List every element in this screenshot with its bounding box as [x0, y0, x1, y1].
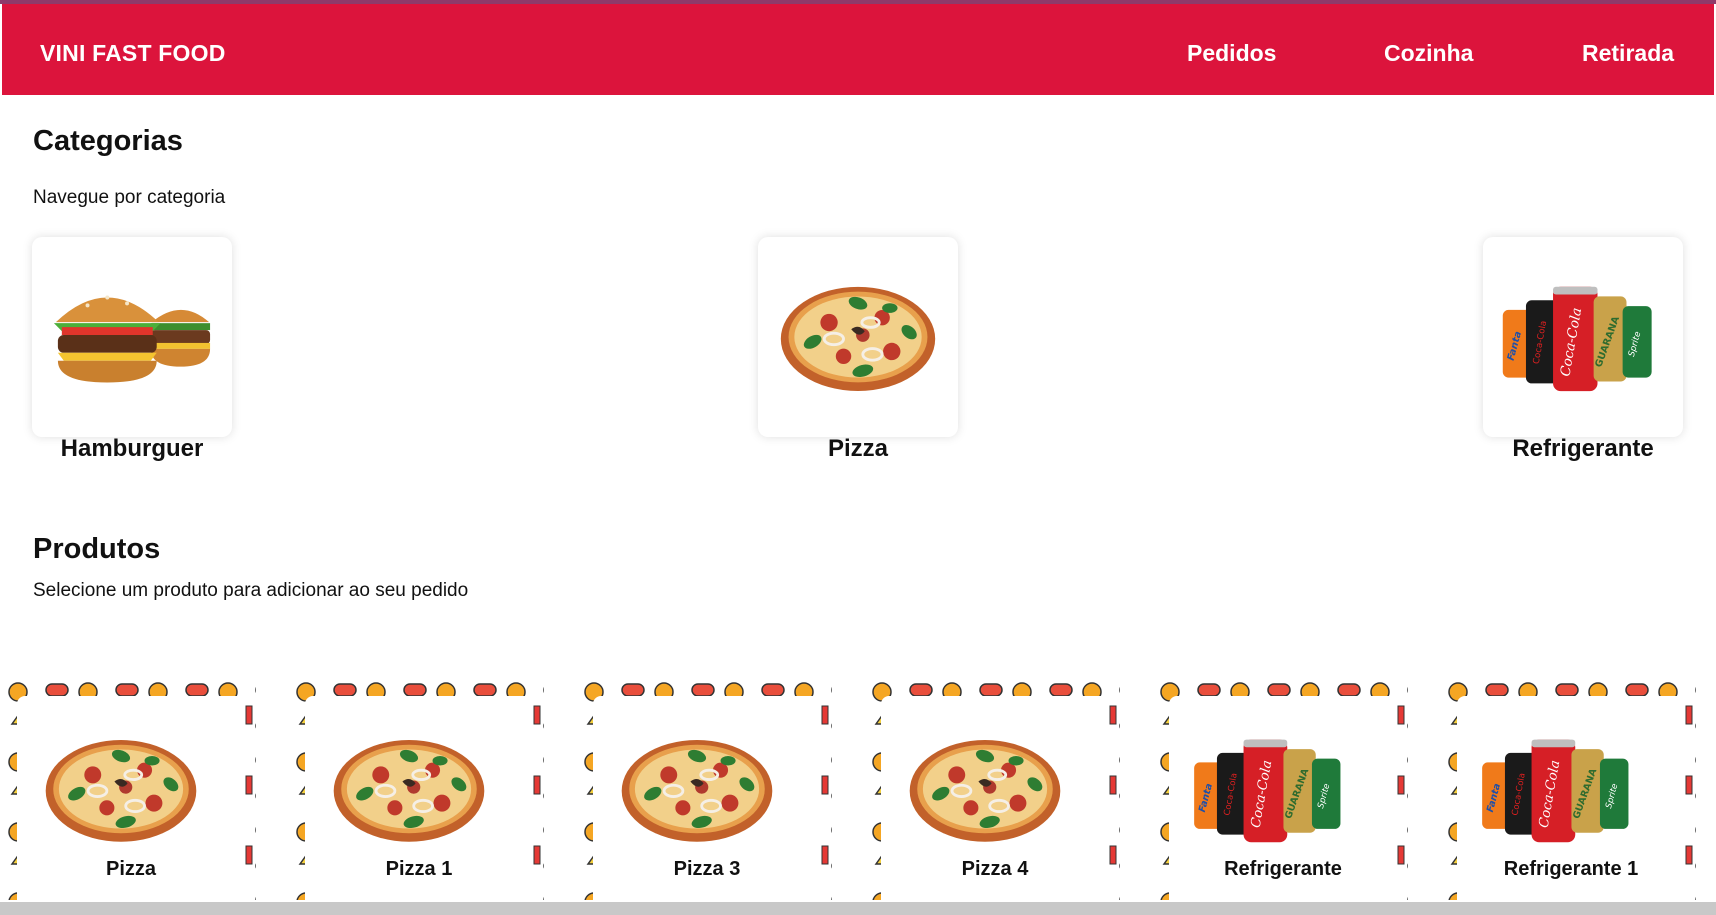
category-hamburguer[interactable]: Hamburguer: [32, 237, 232, 462]
product-card-pizza[interactable]: Pizza: [6, 678, 256, 900]
category-pizza[interactable]: Pizza: [758, 237, 958, 462]
category-refrigerante[interactable]: Refrigerante: [1483, 237, 1683, 462]
soda-cans-image-icon: [1493, 279, 1673, 395]
pizza-image-icon: [776, 279, 940, 395]
burger-image-icon: [48, 277, 216, 397]
nav-retirada-link[interactable]: Retirada: [1582, 40, 1674, 67]
product-label[interactable]: Pizza 4: [870, 858, 1120, 881]
soda-cans-image-icon: [1188, 732, 1358, 846]
product-card-refrigerante[interactable]: Refrigerante: [1158, 678, 1408, 900]
products-subtitle: Selecione um produto para adicionar ao s…: [33, 580, 469, 601]
top-navbar: VINI FAST FOOD Pedidos Cozinha Retirada: [2, 4, 1714, 95]
product-card-refrigerante-1[interactable]: Refrigerante 1: [1446, 678, 1696, 900]
product-label[interactable]: Refrigerante: [1158, 858, 1408, 881]
product-label[interactable]: Refrigerante 1: [1446, 858, 1696, 881]
product-card-pizza-4[interactable]: Pizza 4: [870, 678, 1120, 900]
pizza-image-icon: [329, 732, 489, 846]
nav-pedidos-link[interactable]: Pedidos: [1187, 40, 1276, 67]
soda-cans-image-icon: [1476, 732, 1646, 846]
category-card[interactable]: [1483, 237, 1683, 437]
product-label[interactable]: Pizza: [6, 858, 256, 881]
category-card[interactable]: [758, 237, 958, 437]
pizza-image-icon: [41, 732, 201, 846]
categories-title: Categorias: [33, 125, 183, 157]
nav-cozinha-link[interactable]: Cozinha: [1384, 40, 1473, 67]
horizontal-scrollbar[interactable]: [0, 902, 1716, 915]
category-card[interactable]: [32, 237, 232, 437]
pizza-image-icon: [905, 732, 1065, 846]
categories-subtitle: Navegue por categoria: [33, 187, 226, 208]
product-label[interactable]: Pizza 3: [582, 858, 832, 881]
product-label[interactable]: Pizza 1: [294, 858, 544, 881]
category-label[interactable]: Hamburguer: [32, 435, 232, 463]
products-title: Produtos: [33, 533, 161, 565]
product-card-pizza-1[interactable]: Pizza 1: [294, 678, 544, 900]
category-label[interactable]: Pizza: [758, 435, 958, 463]
product-card-pizza-3[interactable]: Pizza 3: [582, 678, 832, 900]
category-label[interactable]: Refrigerante: [1483, 435, 1683, 463]
brand-logo-text[interactable]: VINI FAST FOOD: [40, 40, 226, 67]
pizza-image-icon: [617, 732, 777, 846]
